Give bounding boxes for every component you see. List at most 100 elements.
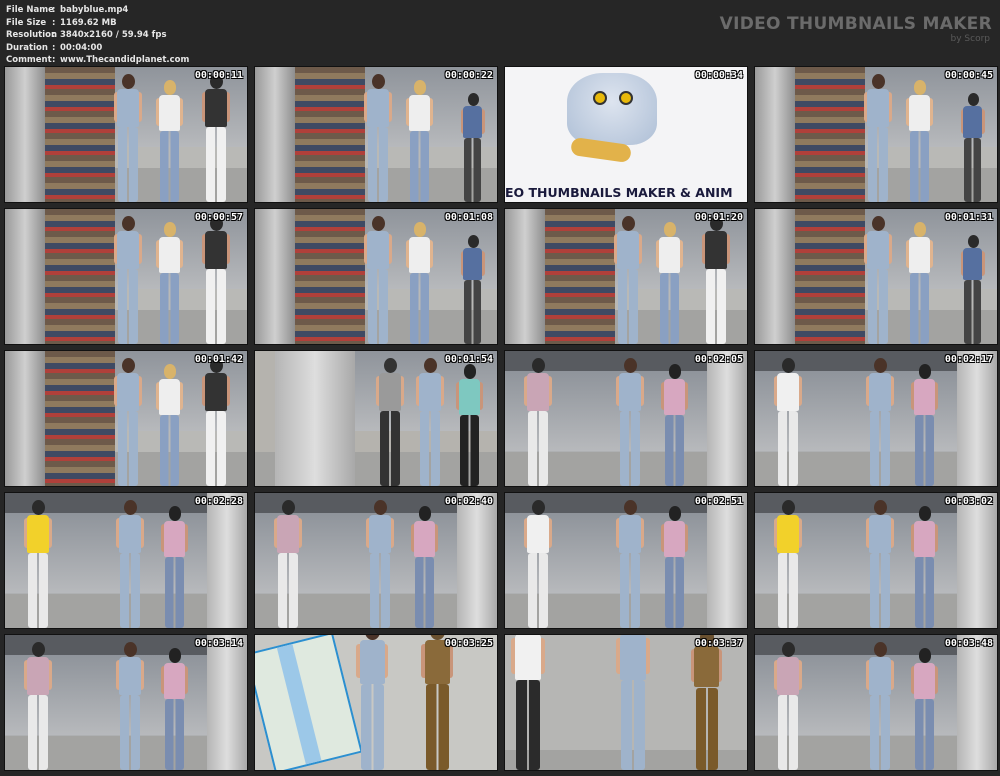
timestamp-label: 00:03:14 bbox=[194, 638, 243, 649]
person-figure bbox=[773, 498, 803, 628]
person-figure bbox=[460, 92, 486, 202]
person-figure bbox=[615, 635, 651, 770]
person-figure bbox=[160, 647, 189, 770]
person-figure bbox=[115, 640, 145, 770]
thumbnail-image: EO THUMBNAILS MAKER & ANIM bbox=[505, 67, 747, 202]
person-figure bbox=[701, 214, 731, 344]
person-figure bbox=[960, 234, 986, 344]
thumbnail-image bbox=[505, 209, 747, 344]
meta-value: 1169.62 MB bbox=[60, 17, 117, 28]
meta-row: Resolution:3840x2160 / 59.94 fps bbox=[6, 29, 189, 42]
person-figure bbox=[910, 505, 939, 628]
video-thumbnail[interactable]: 00:01:42 bbox=[4, 350, 248, 487]
person-figure bbox=[415, 356, 445, 486]
person-figure bbox=[910, 647, 939, 770]
meta-key: Duration bbox=[6, 42, 48, 53]
thumbnail-image bbox=[255, 493, 497, 628]
thumbnail-image bbox=[5, 493, 247, 628]
video-thumbnail[interactable]: 00:03:25 bbox=[254, 634, 498, 771]
person-figure bbox=[420, 635, 455, 770]
person-figure bbox=[201, 214, 231, 344]
person-figure bbox=[615, 498, 645, 628]
thumbnail-image bbox=[5, 635, 247, 770]
person-figure bbox=[405, 221, 434, 344]
meta-value: 3840x2160 / 59.94 fps bbox=[60, 30, 167, 41]
person-figure bbox=[773, 640, 803, 770]
meta-separator: : bbox=[52, 17, 56, 28]
thumbnail-image bbox=[5, 209, 247, 344]
timestamp-label: 00:02:40 bbox=[444, 496, 493, 507]
brand-watermark: VIDEO THUMBNAILS MAKER by Scorp bbox=[720, 14, 992, 44]
person-figure bbox=[655, 221, 684, 344]
video-thumbnail[interactable]: 00:00:22 bbox=[254, 66, 498, 203]
owl-logo-icon bbox=[567, 73, 657, 145]
thumbnail-image bbox=[505, 351, 747, 486]
video-thumbnail[interactable]: 00:02:17 bbox=[754, 350, 998, 487]
timestamp-label: 00:01:42 bbox=[194, 354, 243, 365]
person-figure bbox=[910, 363, 939, 486]
person-figure bbox=[905, 221, 934, 344]
video-thumbnail[interactable]: 00:01:31 bbox=[754, 208, 998, 345]
meta-value: babyblue.mp4 bbox=[60, 5, 129, 15]
video-thumbnail[interactable]: 00:01:08 bbox=[254, 208, 498, 345]
person-figure bbox=[155, 79, 184, 202]
meta-row: Duration:00:04:00 bbox=[6, 42, 189, 55]
timestamp-label: 00:01:54 bbox=[444, 354, 493, 365]
timestamp-label: 00:03:02 bbox=[944, 496, 993, 507]
person-figure bbox=[865, 356, 895, 486]
video-thumbnail[interactable]: 00:02:51 bbox=[504, 492, 748, 629]
person-figure bbox=[113, 72, 143, 202]
person-figure bbox=[523, 498, 553, 628]
video-thumbnail[interactable]: 00:03:02 bbox=[754, 492, 998, 629]
video-thumbnail[interactable]: 00:00:57 bbox=[4, 208, 248, 345]
video-thumbnail[interactable]: 00:01:54 bbox=[254, 350, 498, 487]
person-figure bbox=[690, 635, 723, 770]
person-figure bbox=[155, 221, 184, 344]
person-figure bbox=[355, 635, 390, 770]
person-figure bbox=[23, 640, 53, 770]
timestamp-label: 00:01:08 bbox=[444, 212, 493, 223]
thumbnail-image bbox=[755, 493, 997, 628]
video-thumbnail[interactable]: 00:00:45 bbox=[754, 66, 998, 203]
timestamp-label: 00:02:28 bbox=[194, 496, 243, 507]
video-thumbnail[interactable]: 00:01:20 bbox=[504, 208, 748, 345]
thumbnail-image bbox=[255, 209, 497, 344]
timestamp-label: 00:01:20 bbox=[694, 212, 743, 223]
thumbnail-image bbox=[755, 635, 997, 770]
meta-separator: : bbox=[52, 30, 56, 41]
logo-tile-text: EO THUMBNAILS MAKER & ANIM bbox=[505, 185, 733, 200]
person-figure bbox=[773, 356, 803, 486]
person-figure bbox=[201, 356, 231, 486]
video-thumbnail[interactable]: 00:03:14 bbox=[4, 634, 248, 771]
person-figure bbox=[613, 214, 643, 344]
person-figure bbox=[865, 640, 895, 770]
person-figure bbox=[863, 214, 893, 344]
video-thumbnail[interactable]: 00:03:48 bbox=[754, 634, 998, 771]
thumbnail-image bbox=[505, 635, 747, 770]
timestamp-label: 00:00:57 bbox=[194, 212, 243, 223]
person-figure bbox=[160, 505, 189, 628]
person-figure bbox=[113, 214, 143, 344]
file-info-panel: File Name: babyblue.mp4 File Size:1169.62 … bbox=[6, 4, 189, 67]
video-thumbnail[interactable]: 00:02:28 bbox=[4, 492, 248, 629]
meta-key: File Size bbox=[6, 17, 47, 28]
person-figure bbox=[615, 356, 645, 486]
person-figure bbox=[115, 498, 145, 628]
timestamp-label: 00:00:34 bbox=[694, 70, 743, 81]
person-figure bbox=[155, 363, 184, 486]
person-figure bbox=[660, 363, 689, 486]
person-figure bbox=[905, 79, 934, 202]
video-thumbnail[interactable]: 00:03:37 bbox=[504, 634, 748, 771]
video-thumbnail[interactable]: 00:02:05 bbox=[504, 350, 748, 487]
meta-row: File Size:1169.62 MB bbox=[6, 17, 189, 30]
thumbnail-image bbox=[755, 67, 997, 202]
thumbnail-image bbox=[5, 351, 247, 486]
map-image bbox=[255, 635, 363, 770]
video-thumbnail[interactable]: 00:02:40 bbox=[254, 492, 498, 629]
video-thumbnail[interactable]: 00:00:11 bbox=[4, 66, 248, 203]
person-figure bbox=[865, 498, 895, 628]
person-figure bbox=[201, 72, 231, 202]
video-thumbnail[interactable]: EO THUMBNAILS MAKER & ANIM 00:00:34 bbox=[504, 66, 748, 203]
person-figure bbox=[363, 72, 393, 202]
person-figure bbox=[113, 356, 143, 486]
